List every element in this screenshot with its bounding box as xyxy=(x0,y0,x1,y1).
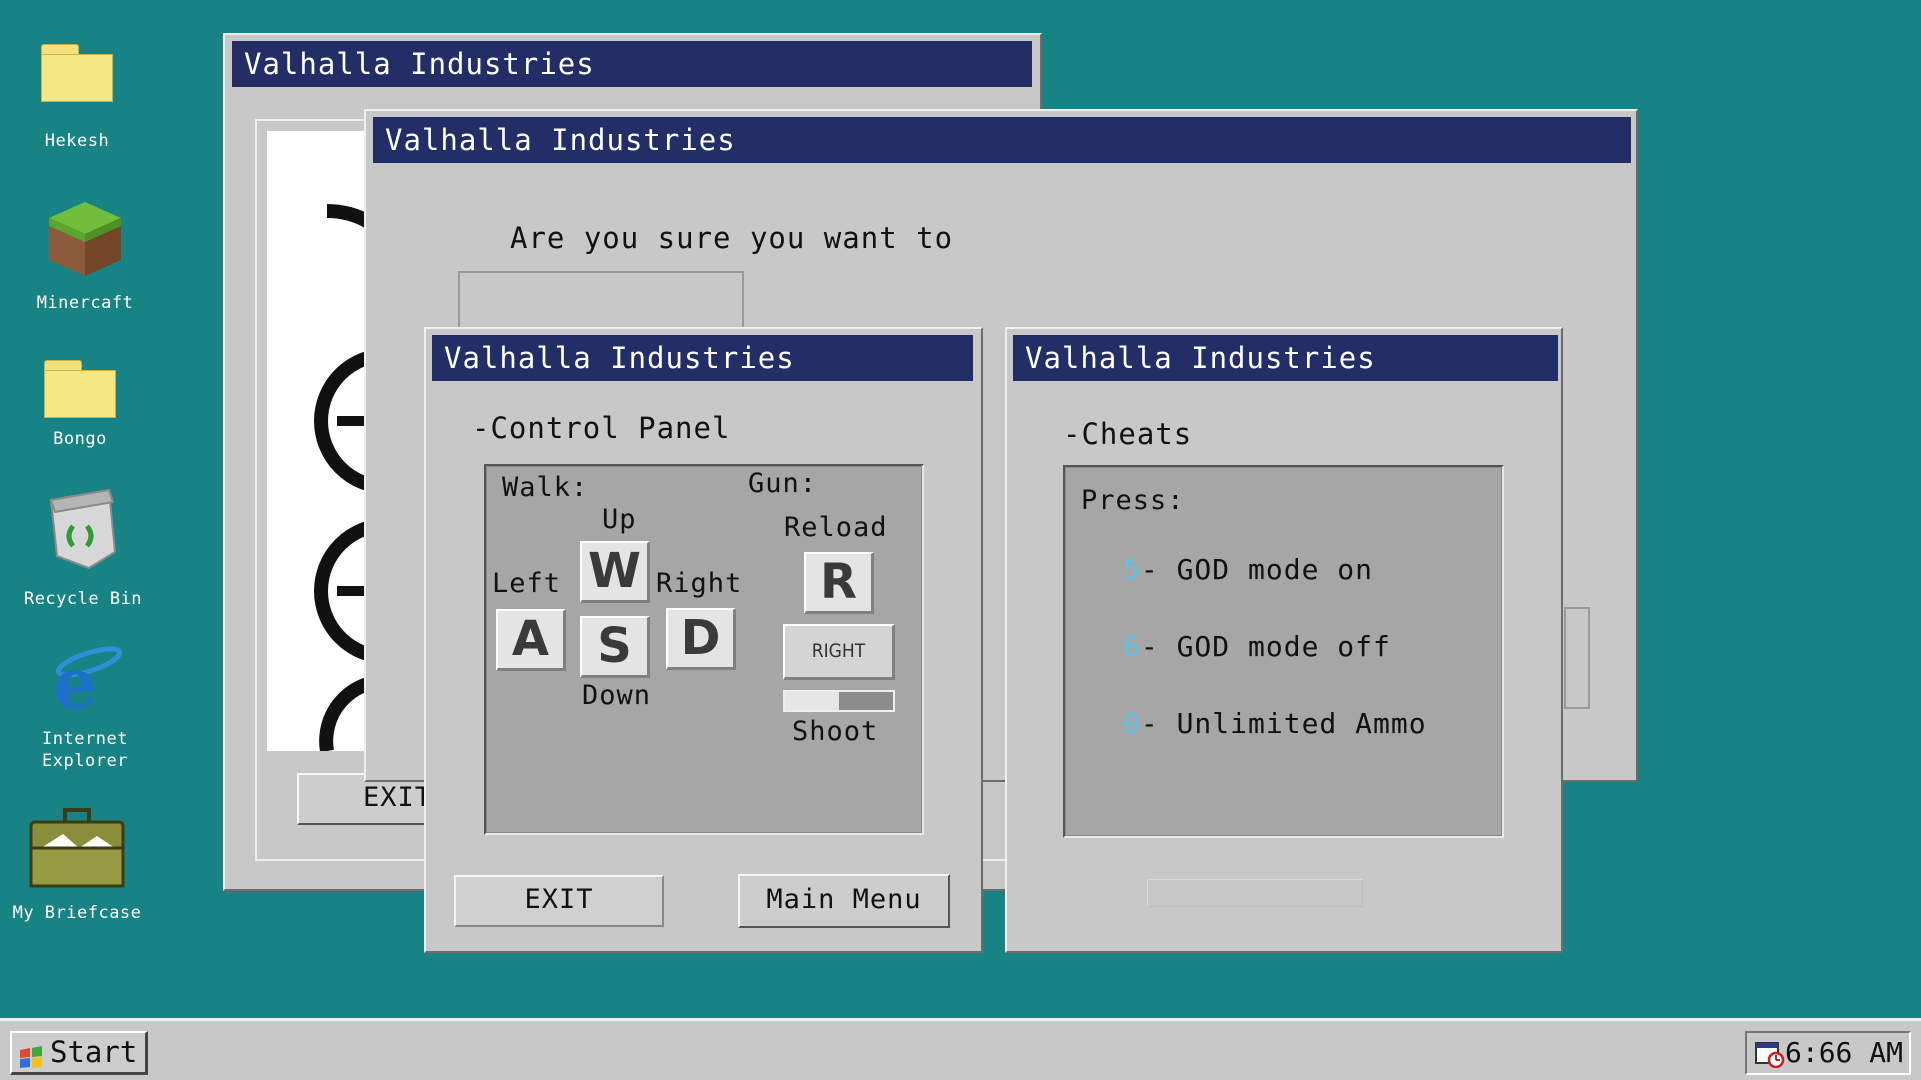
folder-icon xyxy=(41,44,113,102)
cheats-panel: Press: 5- GOD mode on 6- GOD mode off 0-… xyxy=(1063,465,1504,838)
desktop-icon-bongo[interactable]: Bongo xyxy=(5,360,155,450)
desktop-icon-internet-explorer[interactable]: e Internet Explorer xyxy=(10,642,160,772)
left-label: Left xyxy=(492,568,562,599)
window-title: Valhalla Industries xyxy=(232,41,1032,87)
walk-label: Walk: xyxy=(502,472,589,503)
windows-logo-icon xyxy=(18,1041,44,1068)
key-a: A xyxy=(496,609,566,671)
exit-button[interactable]: EXIT xyxy=(454,875,664,927)
key-s: S xyxy=(580,616,650,678)
cheat-key: 6 xyxy=(1123,630,1141,663)
system-tray: 6:66 AM xyxy=(1745,1031,1911,1075)
confirm-side-button[interactable] xyxy=(1564,607,1590,709)
desktop-icon-label: Minercaft xyxy=(36,293,134,313)
cheat-text: - GOD mode on xyxy=(1140,553,1374,586)
window-control-panel[interactable]: Valhalla Industries -Control Panel Walk:… xyxy=(424,327,983,953)
faint-button-outline xyxy=(1147,879,1363,907)
desktop-icon-label: Bongo xyxy=(53,429,107,449)
cheats-heading: -Cheats xyxy=(1063,417,1193,451)
desktop-icon-my-briefcase[interactable]: My Briefcase xyxy=(2,808,152,924)
grass-block-icon xyxy=(45,198,125,278)
desktop-icon-minercaft[interactable]: Minercaft xyxy=(10,198,160,314)
cheat-god-mode-on: 5- GOD mode on xyxy=(1123,553,1373,586)
key-w: W xyxy=(580,541,650,603)
controls-panel: Walk: Gun: Up W Left Right A S D Down Re… xyxy=(484,464,924,835)
start-label: Start xyxy=(50,1035,138,1069)
briefcase-icon xyxy=(27,808,127,890)
internet-explorer-icon: e xyxy=(45,642,125,725)
confirm-input-box[interactable] xyxy=(458,271,744,335)
desktop-icon-label: Hekesh xyxy=(44,131,110,151)
press-label: Press: xyxy=(1081,485,1185,516)
folder-icon xyxy=(44,360,116,418)
desktop-icon-label: Recycle Bin xyxy=(23,589,143,609)
right-label: Right xyxy=(656,568,743,599)
desktop-icon-label: Internet Explorer xyxy=(42,729,128,771)
cheat-key: 0 xyxy=(1123,707,1141,740)
mouse-icon xyxy=(783,690,895,712)
svg-text:e: e xyxy=(53,646,98,716)
desktop-icon-hekesh[interactable]: Hekesh xyxy=(2,44,152,152)
taskbar: Start 6:66 AM xyxy=(0,1018,1921,1080)
cheat-god-mode-off: 6- GOD mode off xyxy=(1123,630,1391,663)
desktop-icon-label: My Briefcase xyxy=(12,903,142,923)
reload-label: Reload xyxy=(784,512,888,543)
control-panel-heading: -Control Panel xyxy=(472,411,731,445)
window-cheats[interactable]: Valhalla Industries -Cheats Press: 5- GO… xyxy=(1005,327,1563,953)
confirm-message: Are you sure you want to xyxy=(510,221,954,255)
shoot-label: Shoot xyxy=(792,716,879,747)
start-button[interactable]: Start xyxy=(10,1031,148,1075)
recycle-bin-icon xyxy=(43,482,123,572)
right-click-key: RIGHT CLICK xyxy=(783,624,895,712)
window-title: Valhalla Industries xyxy=(373,117,1631,163)
window-title: Valhalla Industries xyxy=(432,335,973,381)
main-menu-button[interactable]: Main Menu xyxy=(738,874,950,928)
cheat-text: - GOD mode off xyxy=(1140,630,1391,663)
down-label: Down xyxy=(582,680,652,711)
key-r: R xyxy=(804,552,874,614)
gun-label: Gun: xyxy=(748,468,818,499)
desktop-icon-recycle-bin[interactable]: Recycle Bin xyxy=(8,482,158,610)
key-d: D xyxy=(666,608,736,670)
cheat-key: 5 xyxy=(1123,553,1141,586)
up-label: Up xyxy=(602,504,637,535)
schedule-icon xyxy=(1755,1039,1785,1069)
cheat-unlimited-ammo: 0- Unlimited Ammo xyxy=(1123,707,1427,740)
window-title: Valhalla Industries xyxy=(1013,335,1558,381)
clock[interactable]: 6:66 AM xyxy=(1785,1036,1903,1069)
cheat-text: - Unlimited Ammo xyxy=(1140,707,1427,740)
